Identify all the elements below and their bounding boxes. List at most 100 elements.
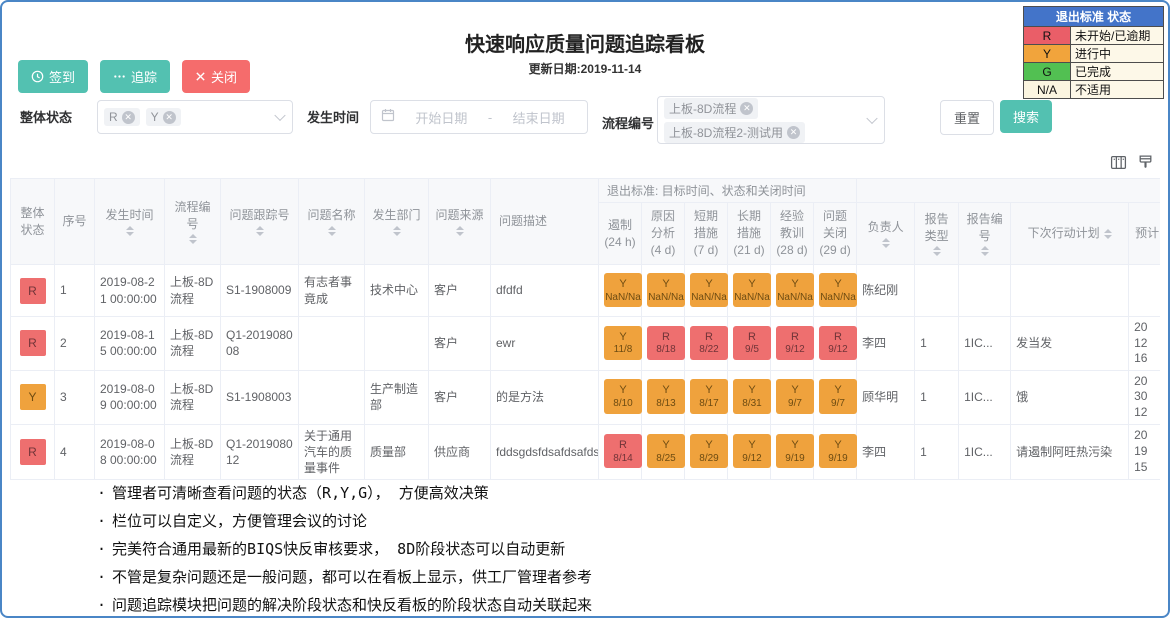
cell-source: 供应商	[429, 424, 491, 480]
remove-tag-icon[interactable]: ✕	[163, 111, 176, 124]
end-date-placeholder[interactable]: 结束日期	[500, 108, 577, 127]
col-seq[interactable]: 序号	[55, 179, 95, 265]
cell-name: 关于通用汽车的质量事件	[299, 424, 365, 480]
stage-badge: Y8/17	[690, 379, 728, 413]
col-source[interactable]: 问题来源	[429, 179, 491, 265]
cell-source: 客户	[429, 265, 491, 317]
col-report-no[interactable]: 报告编号	[959, 203, 1011, 265]
cell-dept	[365, 317, 429, 371]
cell-stage: Y8/31	[728, 370, 771, 424]
cell-date: 2019-08-09 00:00:00	[95, 370, 165, 424]
cell-desc: fddsgdsfdsafdsafdsafads...	[491, 424, 599, 480]
col-stage-lessons[interactable]: 经验教训(28 d)	[771, 203, 814, 265]
remove-tag-icon[interactable]: ✕	[787, 126, 800, 139]
cell-stage: YNaN/Na	[599, 265, 642, 317]
legend-key-g: G	[1024, 63, 1071, 81]
stage-badge: YNaN/Na	[733, 273, 771, 307]
cell-process: 上板-8D流程	[165, 370, 221, 424]
col-est-time[interactable]: 预计时间	[1129, 203, 1160, 265]
note-line: 完美符合通用最新的BIQS快反审核要求， 8D阶段状态可以自动更新	[97, 536, 1148, 563]
col-next-action[interactable]: 下次行动计划	[1011, 203, 1129, 265]
table-row[interactable]: R 2 2019-08-15 00:00:00 上板-8D流程 Q1-20190…	[11, 317, 1161, 371]
col-desc[interactable]: 问题描述	[491, 179, 599, 265]
col-stage-containment[interactable]: 遏制(24 h)	[599, 203, 642, 265]
date-separator: -	[488, 110, 492, 125]
col-report-type[interactable]: 报告类型	[915, 203, 959, 265]
cell-stage: Y8/17	[685, 370, 728, 424]
sort-icon[interactable]	[189, 234, 197, 244]
table-row[interactable]: R 4 2019-08-08 00:00:00 上板-8D流程 Q1-20190…	[11, 424, 1161, 480]
sort-icon[interactable]	[256, 226, 264, 236]
cell-source: 客户	[429, 317, 491, 371]
cell-est-time: 20 19 15	[1129, 424, 1160, 480]
search-button[interactable]: 搜索	[1000, 100, 1052, 133]
sort-icon[interactable]	[981, 246, 989, 256]
col-stage-closure[interactable]: 问题关闭(29 d)	[814, 203, 857, 265]
sort-icon[interactable]	[328, 226, 336, 236]
process-tag-2: 上板-8D流程2-测试用 ✕	[664, 122, 805, 143]
col-stage-long-term[interactable]: 长期措施(21 d)	[728, 203, 771, 265]
issues-table: 整体状态 序号 发生时间 流程编号 问题跟踪号 问题名称 发生部门 问题来源 问…	[10, 178, 1160, 480]
stage-badge: YNaN/Na	[776, 273, 814, 307]
sort-icon[interactable]	[393, 226, 401, 236]
col-track-no[interactable]: 问题跟踪号	[221, 179, 299, 265]
status-badge: Y	[20, 384, 46, 410]
cell-stage: R9/12	[771, 317, 814, 371]
column-settings-button[interactable]	[1110, 154, 1127, 174]
date-range-input[interactable]: 开始日期 - 结束日期	[370, 100, 588, 134]
col-status[interactable]: 整体状态	[11, 179, 55, 265]
cell-report-no: 1IC...	[959, 370, 1011, 424]
sort-icon[interactable]	[126, 226, 134, 236]
track-button[interactable]: 追踪	[100, 60, 170, 93]
col-owner[interactable]: 负责人	[857, 203, 915, 265]
stage-badge: R9/12	[776, 326, 814, 360]
overall-status-select[interactable]: R ✕ Y ✕	[97, 100, 293, 134]
start-date-placeholder[interactable]: 开始日期	[403, 108, 480, 127]
cell-status: R	[11, 424, 55, 480]
cell-seq: 3	[55, 370, 95, 424]
remove-tag-icon[interactable]: ✕	[122, 111, 135, 124]
cell-stage: YNaN/Na	[685, 265, 728, 317]
sort-icon[interactable]	[933, 246, 941, 256]
stage-badge: Y9/12	[733, 434, 771, 468]
cell-next-action: 请遏制阿旺热污染	[1011, 424, 1129, 480]
table-row[interactable]: Y 3 2019-08-09 00:00:00 上板-8D流程 S1-19080…	[11, 370, 1161, 424]
note-line: 不管是复杂问题还是一般问题，都可以在看板上显示，供工厂管理者参考	[97, 564, 1148, 591]
table-panel: 整体状态 序号 发生时间 流程编号 问题跟踪号 问题名称 发生部门 问题来源 问…	[10, 150, 1160, 472]
col-process[interactable]: 流程编号	[165, 179, 221, 265]
cell-report-type	[915, 265, 959, 317]
sort-icon[interactable]	[456, 226, 464, 236]
cell-status: R	[11, 265, 55, 317]
cell-track-no: S1-1908003	[221, 370, 299, 424]
close-button[interactable]: 关闭	[182, 60, 250, 93]
remove-tag-icon[interactable]: ✕	[740, 102, 753, 115]
cell-stage: Y9/19	[814, 424, 857, 480]
cell-est-time: 20 12 16	[1129, 317, 1160, 371]
cell-stage: R9/12	[814, 317, 857, 371]
cell-date: 2019-08-21 00:00:00	[95, 265, 165, 317]
cell-stage: R8/22	[685, 317, 728, 371]
calendar-icon	[381, 108, 395, 127]
cell-stage: Y9/7	[814, 370, 857, 424]
sort-icon[interactable]	[882, 238, 890, 248]
exit-criteria-legend: 退出标准 状态 R 未开始/已逾期 Y 进行中 G 已完成 N/A 不适用	[1023, 6, 1164, 99]
sign-in-button[interactable]: 签到	[18, 60, 88, 93]
brush-button[interactable]	[1137, 154, 1154, 174]
col-dept[interactable]: 发生部门	[365, 179, 429, 265]
col-stage-root-cause[interactable]: 原因分析(4 d)	[642, 203, 685, 265]
col-name[interactable]: 问题名称	[299, 179, 365, 265]
cell-seq: 4	[55, 424, 95, 480]
table-scroll-area[interactable]: 整体状态 序号 发生时间 流程编号 问题跟踪号 问题名称 发生部门 问题来源 问…	[10, 178, 1160, 480]
col-stage-short-term[interactable]: 短期措施(7 d)	[685, 203, 728, 265]
process-select[interactable]: 上板-8D流程 ✕ 上板-8D流程2-测试用 ✕	[657, 96, 885, 144]
reset-button[interactable]: 重置	[940, 100, 994, 135]
sort-icon[interactable]	[1104, 229, 1112, 239]
col-date[interactable]: 发生时间	[95, 179, 165, 265]
table-row[interactable]: R 1 2019-08-21 00:00:00 上板-8D流程 S1-19080…	[11, 265, 1161, 317]
legend-key-r: R	[1024, 27, 1071, 45]
process-label: 流程编号	[602, 113, 654, 132]
legend-label-g: 已完成	[1071, 63, 1164, 81]
cell-track-no: S1-1908009	[221, 265, 299, 317]
chevron-down-icon	[274, 110, 285, 121]
cell-dept: 技术中心	[365, 265, 429, 317]
